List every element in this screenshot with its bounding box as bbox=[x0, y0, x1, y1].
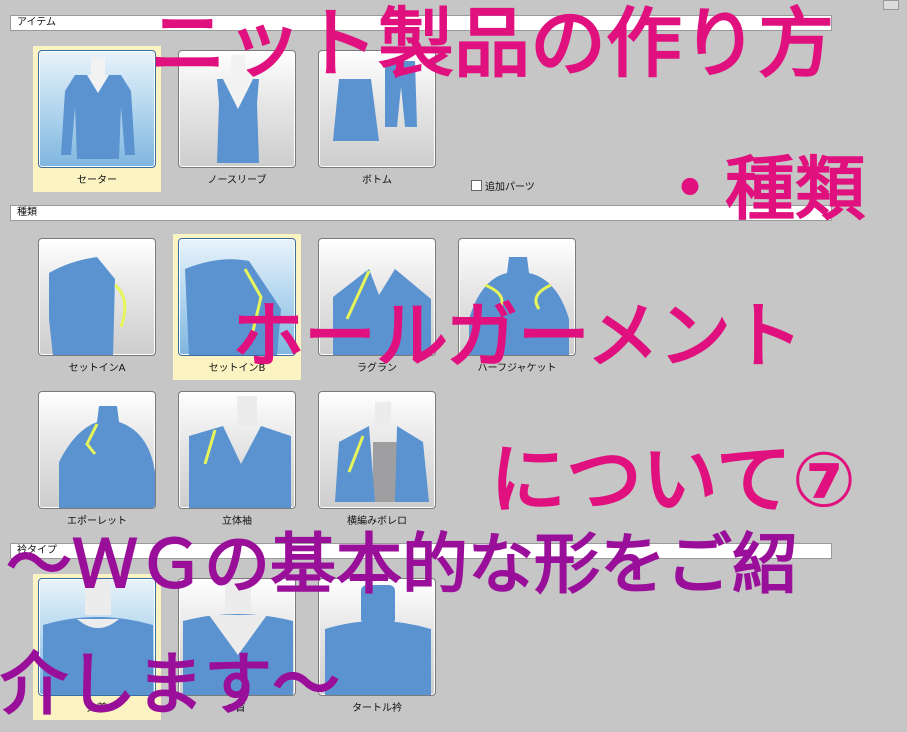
item-tile-sweater[interactable]: セーター bbox=[33, 46, 161, 192]
overlay-title-line2: ・種類 bbox=[655, 148, 865, 230]
item-label: ノースリーブ bbox=[207, 175, 267, 186]
scrollbar-arrow[interactable] bbox=[883, 0, 899, 10]
item-label: セーター bbox=[77, 175, 117, 186]
checkbox-box[interactable] bbox=[471, 180, 482, 191]
type-tile-setin-a[interactable]: セットインA bbox=[33, 234, 161, 380]
add-parts-checkbox[interactable]: 追加パーツ bbox=[471, 178, 535, 193]
3d-sleeve-icon bbox=[178, 391, 296, 509]
type-label: 立体袖 bbox=[222, 516, 252, 527]
epaulet-icon bbox=[38, 391, 156, 509]
type-tile-bolero[interactable]: 横編みボレロ bbox=[313, 387, 441, 533]
add-parts-label: 追加パーツ bbox=[485, 182, 535, 193]
overlay-title-line4: について⑦ bbox=[490, 435, 857, 524]
overlay-title-line3: ホールガーメント bbox=[232, 294, 803, 378]
section-title: 種類 bbox=[17, 207, 37, 218]
setin-a-icon bbox=[38, 238, 156, 356]
overlay-title-line1: ニット製品の作り方 bbox=[150, 0, 834, 88]
type-label: エポーレット bbox=[67, 516, 127, 527]
type-tile-epaulet[interactable]: エポーレット bbox=[33, 387, 161, 533]
item-label: ボトム bbox=[362, 175, 392, 186]
type-label: セットインA bbox=[68, 363, 126, 374]
type-tile-3d-sleeve[interactable]: 立体袖 bbox=[173, 387, 301, 533]
type-label: 横編みボレロ bbox=[347, 516, 407, 527]
sweater-icon bbox=[38, 50, 156, 168]
overlay-subtitle-line2: 介します～ bbox=[0, 646, 341, 725]
bolero-icon bbox=[318, 391, 436, 509]
overlay-subtitle-line1: ～ＷＧの基本的な形をご紹 bbox=[6, 526, 798, 603]
section-title: アイテム bbox=[17, 17, 56, 28]
